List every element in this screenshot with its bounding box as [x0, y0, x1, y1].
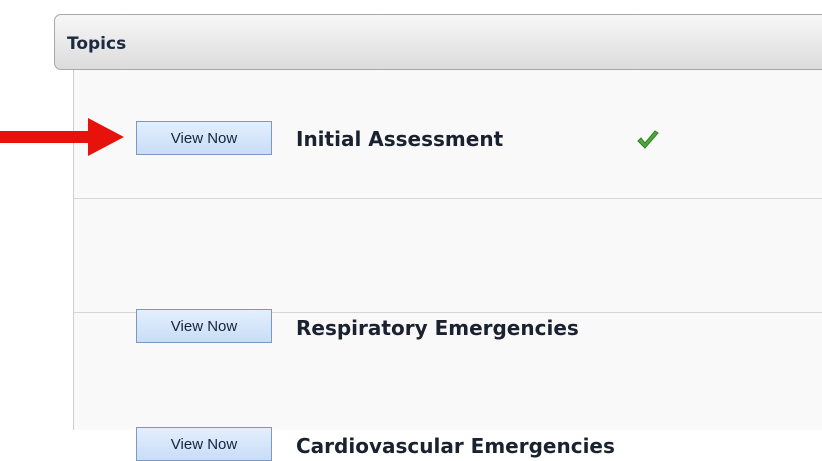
- topic-row-cardiovascular-emergencies: View Now Cardiovascular Emergencies: [74, 313, 822, 461]
- topics-panel-header: Topics: [54, 14, 822, 70]
- checkmark-icon: [637, 130, 659, 149]
- topic-title-cardiovascular-emergencies: Cardiovascular Emergencies: [296, 434, 615, 458]
- red-arrow-icon: [0, 118, 124, 156]
- view-now-button-initial-assessment[interactable]: View Now: [136, 121, 272, 155]
- view-now-button-cardiovascular-emergencies[interactable]: View Now: [136, 427, 272, 461]
- panel-title: Topics: [67, 34, 127, 54]
- topic-title-initial-assessment: Initial Assessment: [296, 127, 504, 151]
- topic-row-initial-assessment: View Now Initial Assessment: [74, 70, 822, 199]
- topics-list: View Now Initial Assessment View Now Res…: [73, 70, 822, 461]
- topic-row-respiratory-emergencies: View Now Respiratory Emergencies: [74, 199, 822, 343]
